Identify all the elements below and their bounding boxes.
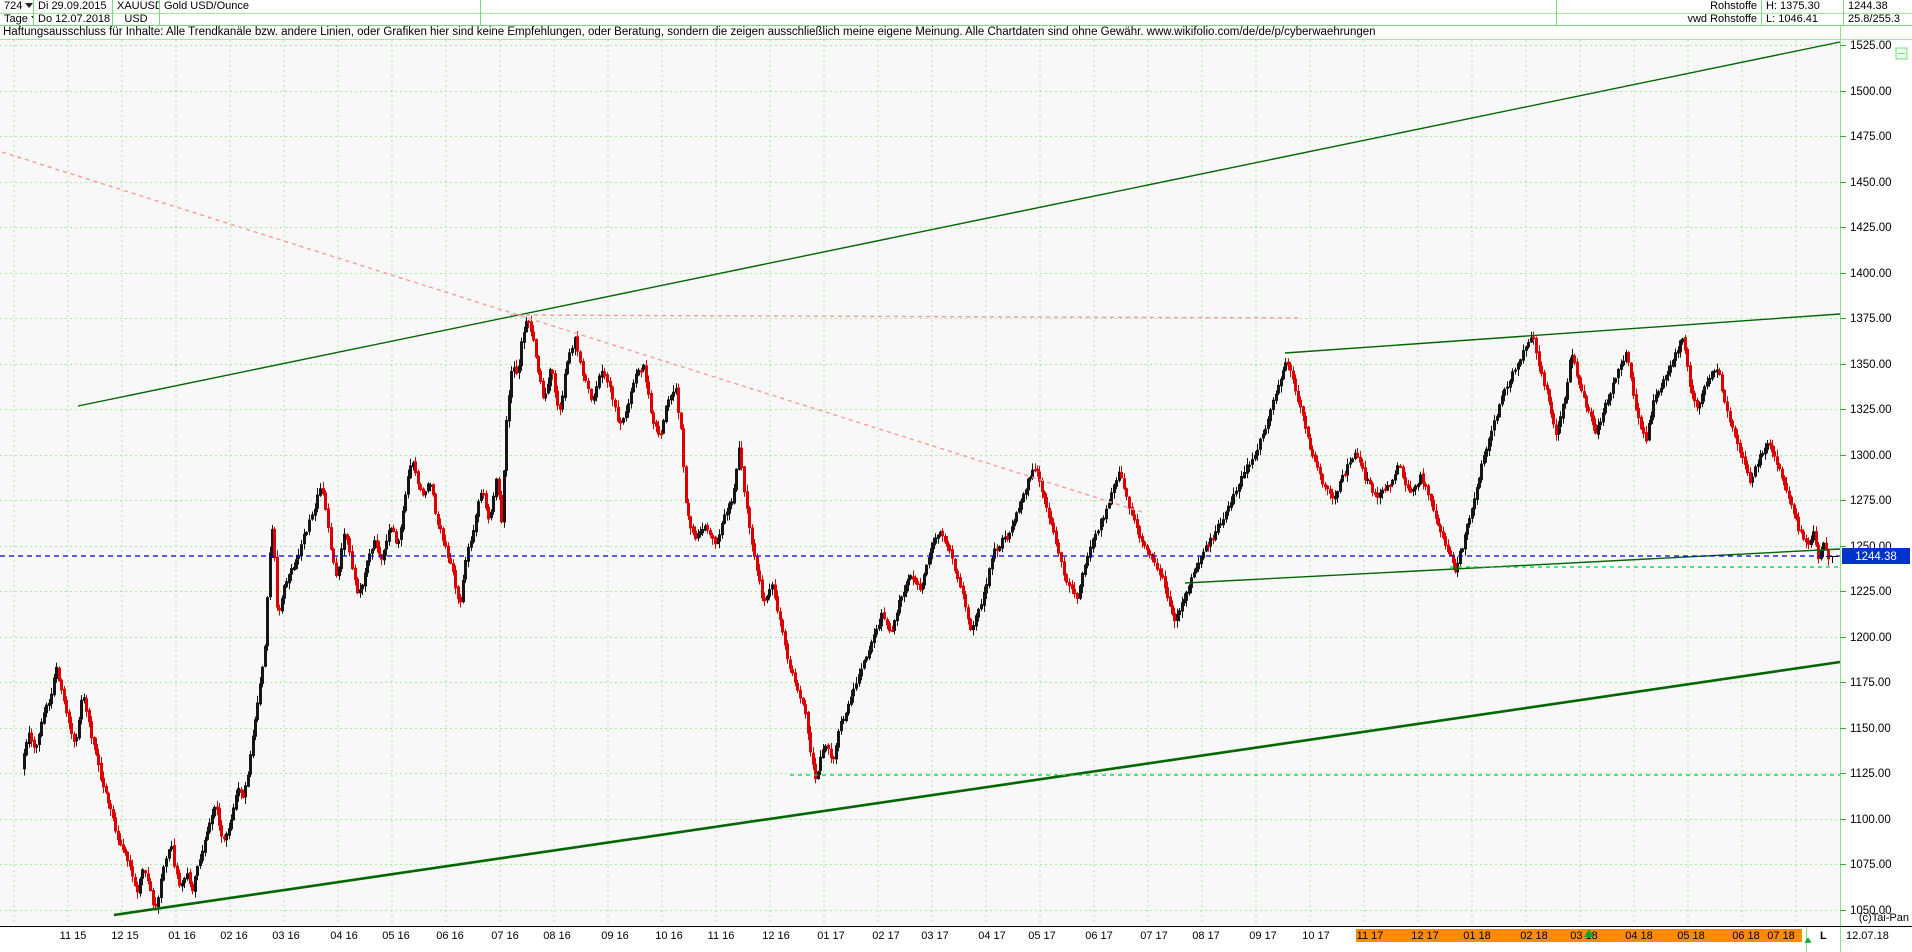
x-axis-label-08-16: 08 16 (543, 930, 571, 942)
last-bar-label: L (1820, 930, 1827, 942)
x-axis-label-02-17: 02 17 (872, 930, 900, 942)
y-axis-tick-label: 1425.00 (1850, 222, 1892, 234)
x-axis-label-12-16: 12 16 (762, 930, 790, 942)
y-axis-tick-label: 1450.00 (1850, 177, 1892, 189)
x-axis-label-01-18: 01 18 (1463, 930, 1491, 942)
x-axis-label-02-18: 02 18 (1520, 930, 1548, 942)
plot-background (0, 40, 1840, 925)
x-axis-label-08-17: 08 17 (1192, 930, 1220, 942)
x-axis-label-07-17: 07 17 (1140, 930, 1168, 942)
price-chart-canvas[interactable]: 1525.00 1500.00 1475.00 1450.00 1425.00 1400.… (0, 0, 1912, 952)
axis-separator (1840, 927, 1841, 952)
x-axis-label-06-16: 06 16 (436, 930, 464, 942)
x-axis-label-10-16: 10 16 (655, 930, 683, 942)
x-axis-label-06-18: 06 18 (1732, 930, 1760, 942)
x-axis-label-07-16: 07 16 (491, 930, 519, 942)
x-axis-label-11-17: 11 17 (1357, 930, 1384, 942)
current-price-badge-text: 1244.38 (1855, 551, 1897, 563)
y-axis-tick-label: 1225.00 (1850, 586, 1892, 598)
y-axis-tick-label: 1100.00 (1850, 814, 1891, 826)
y-axis-tick-label: 1525.00 (1850, 40, 1892, 52)
x-axis-label-07-18: 07 18 (1767, 930, 1795, 942)
x-axis-label-03-16: 03 16 (272, 930, 300, 942)
x-axis-label-09-16: 09 16 (601, 930, 629, 942)
y-axis-tick-label: 1175.00 (1850, 677, 1891, 689)
y-axis-tick-label: 1400.00 (1850, 268, 1892, 280)
x-axis-label-01-16: 01 16 (168, 930, 196, 942)
x-axis-label-11-15: 11 15 (60, 930, 87, 942)
y-axis-tick-label: 1475.00 (1850, 131, 1892, 143)
x-axis-label-10-17: 10 17 (1302, 930, 1330, 942)
x-axis-label-11-16: 11 16 (708, 930, 735, 942)
x-axis: 11 15 12 15 01 16 02 16 03 16 04 16 05 16 06 16… (0, 927, 1912, 952)
y-axis-tick-label: 1200.00 (1850, 632, 1892, 644)
y-axis-tick-label: 1325.00 (1850, 404, 1892, 416)
y-axis-tick-label: 1150.00 (1850, 723, 1891, 735)
signal-triangle-marker (1584, 929, 1594, 937)
x-axis-label-04-18: 04 18 (1625, 930, 1653, 942)
y-axis-tick-label: 1500.00 (1850, 86, 1892, 98)
x-axis-label-04-16: 04 16 (330, 930, 358, 942)
y-axis-tick-label: 1350.00 (1850, 359, 1892, 371)
x-axis-label-12-17: 12 17 (1411, 930, 1439, 942)
y-axis-labels: 1525.00 1500.00 1475.00 1450.00 1425.00 1400.… (1840, 40, 1892, 917)
copyright-label: (c)Tai-Pan (1843, 912, 1909, 924)
y-axis-tick-label: 1125.00 (1850, 768, 1891, 780)
y-axis-tick-label: 1375.00 (1850, 313, 1892, 325)
x-axis-label-12-15: 12 15 (111, 930, 139, 942)
y-axis-tick-label: 1075.00 (1850, 859, 1892, 871)
signal-triangle-marker-small (1805, 937, 1812, 943)
x-axis-label-05-18: 05 18 (1677, 930, 1705, 942)
last-date-label: 12.07.18 (1846, 930, 1889, 942)
x-axis-label-04-17: 04 17 (978, 930, 1006, 942)
y-axis-tick-label: 1300.00 (1850, 450, 1892, 462)
x-axis-label-05-17: 05 17 (1028, 930, 1056, 942)
x-axis-label-05-16: 05 16 (382, 930, 410, 942)
x-axis-label-06-17: 06 17 (1085, 930, 1113, 942)
x-axis-label-01-17: 01 17 (817, 930, 845, 942)
tai-pan-chart-window: 724 Di 29.09.2015 XAUUSD Gold USD/Ounce … (0, 0, 1912, 952)
y-axis-tick-label: 1275.00 (1850, 495, 1892, 507)
x-axis-label-09-17: 09 17 (1249, 930, 1277, 942)
x-axis-label-02-16: 02 16 (220, 930, 248, 942)
x-axis-label-03-17: 03 17 (921, 930, 949, 942)
